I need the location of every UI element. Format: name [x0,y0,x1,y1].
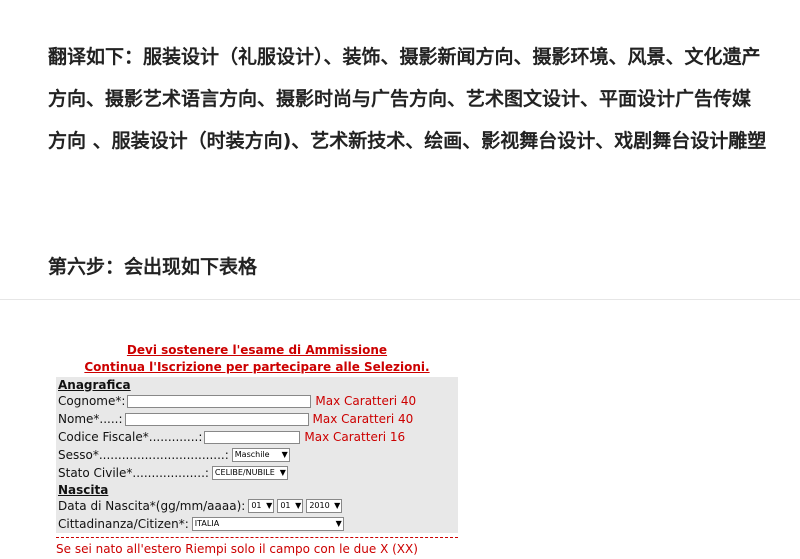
chevron-down-icon: ▼ [281,450,288,459]
row-nome: Nome*.....: Max Caratteri 40 [56,410,458,428]
cittadinanza-label: Cittadinanza/Citizen*: [58,517,189,531]
nome-hint: Max Caratteri 40 [312,412,414,426]
cognome-hint: Max Caratteri 40 [315,394,417,408]
row-sesso: Sesso*.................................:… [56,446,458,464]
chevron-down-icon: ▼ [295,501,302,510]
row-cittadinanza: Cittadinanza/Citizen*: ITALIA ▼ [56,515,458,533]
row-data-nascita: Data di Nascita*(gg/mm/aaaa): 01 ▼ 01 ▼ 20… [56,497,458,515]
section-nascita: Nascita [56,482,458,497]
year-select-value: 2010 [309,501,330,510]
codice-fiscale-input[interactable] [204,430,301,444]
nome-label: Nome*.....: [58,412,123,426]
form-heading-exam[interactable]: Devi sostenere l'esame di Ammissione [56,343,458,357]
form-screenshot: Devi sostenere l'esame di Ammissione Con… [0,301,800,559]
row-codice-fiscale: Codice Fiscale*.............: Max Caratt… [56,428,458,446]
codice-fiscale-hint: Max Caratteri 16 [304,430,406,444]
year-select[interactable]: 2010 ▼ [306,499,343,513]
registration-form: Anagrafica Cognome*: Max Caratteri 40 No… [56,377,458,533]
cognome-label: Cognome*: [58,394,126,408]
form-heading-continue[interactable]: Continua l'Iscrizione per partecipare al… [56,360,458,374]
day-select[interactable]: 01 ▼ [248,499,275,513]
nome-input[interactable] [124,412,309,426]
cognome-input[interactable] [127,394,312,408]
article-paragraph-translation: 翻译如下：服装设计（礼服设计）、装饰、摄影新闻方向、摄影环境、风景、文化遗产方向… [48,46,767,152]
cittadinanza-select-value: ITALIA [194,519,220,528]
section-anagrafica: Anagrafica [56,377,458,392]
row-stato-civile: Stato Civile*...................: CELIBE… [56,464,458,482]
stato-civile-select[interactable]: CELIBE/NUBILE ▼ [211,466,288,480]
stato-civile-select-value: CELIBE/NUBILE [214,468,275,477]
codice-fiscale-label: Codice Fiscale*.............: [58,430,203,444]
sesso-select-value: Maschile [234,450,270,459]
article-paragraph-step-six: 第六步：会出现如下表格 [48,256,258,278]
chevron-down-icon: ▼ [279,468,286,477]
sesso-select[interactable]: Maschile ▼ [231,448,290,462]
stato-civile-label: Stato Civile*...................: [58,466,209,480]
estero-note: Se sei nato all'estero Riempi solo il ca… [56,537,458,556]
chevron-down-icon: ▼ [334,501,341,510]
day-select-value: 01 [251,501,262,510]
month-select-value: 01 [280,501,291,510]
section-nascita-label: Nascita [58,482,109,497]
article-section: 翻译如下：服装设计（礼服设计）、装饰、摄影新闻方向、摄影环境、风景、文化遗产方向… [0,0,800,300]
month-select[interactable]: 01 ▼ [277,499,304,513]
section-anagrafica-label: Anagrafica [58,377,131,392]
chevron-down-icon: ▼ [335,519,342,528]
cittadinanza-select[interactable]: ITALIA ▼ [191,517,344,531]
row-cognome: Cognome*: Max Caratteri 40 [56,392,458,410]
sesso-label: Sesso*.................................: [58,448,229,462]
chevron-down-icon: ▼ [266,501,273,510]
data-nascita-label: Data di Nascita*(gg/mm/aaaa): [58,499,246,513]
